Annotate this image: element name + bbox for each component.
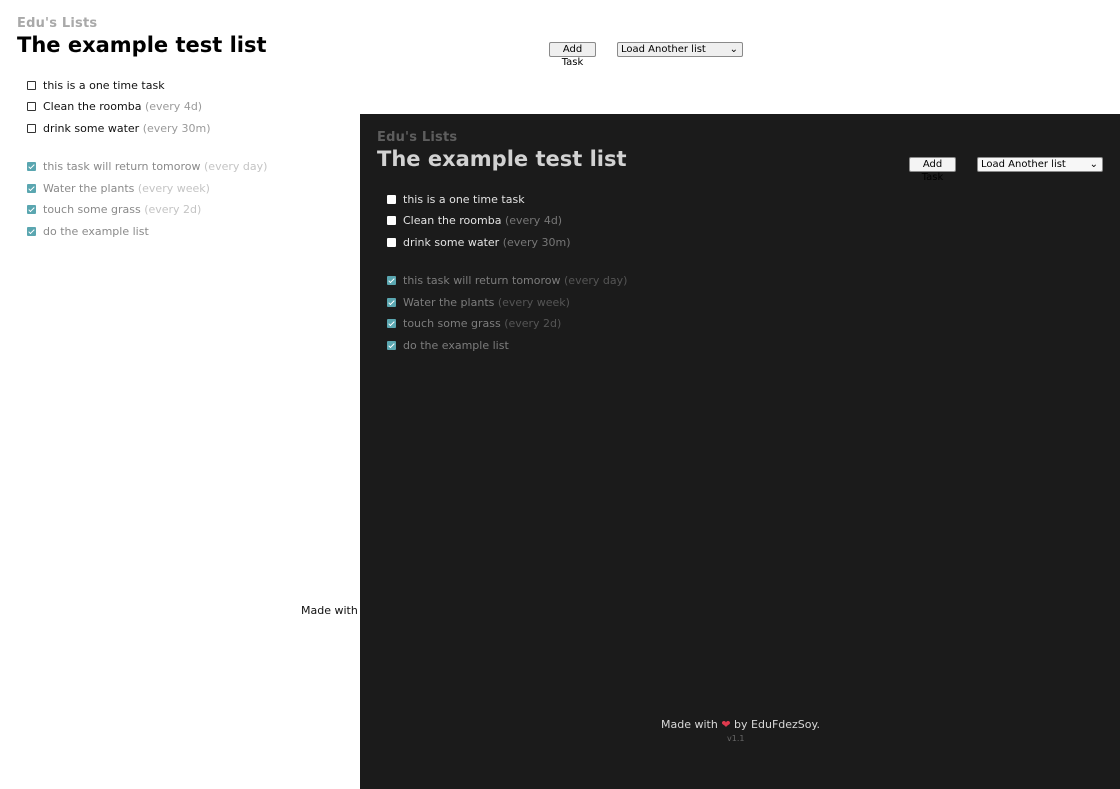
task-item-done[interactable]: do the example list: [387, 338, 509, 354]
add-task-button[interactable]: Add Task: [909, 157, 956, 183]
checkbox-icon[interactable]: [27, 80, 36, 90]
load-list-select[interactable]: Load Another list ⌄: [977, 157, 1103, 172]
load-list-select-value: Load Another list: [981, 159, 1066, 170]
task-item-done[interactable]: Water the plants (every week): [387, 295, 570, 311]
checkbox-icon[interactable]: [387, 297, 396, 307]
checkbox-icon[interactable]: [27, 226, 36, 236]
task-item[interactable]: drink some water (every 30m): [387, 235, 571, 251]
load-list-select-value: Load Another list: [621, 44, 706, 55]
chevron-down-icon: ⌄: [1089, 159, 1098, 170]
task-item-done[interactable]: do the example list: [27, 224, 149, 240]
checkbox-icon[interactable]: [27, 204, 36, 214]
list-title: The example test list: [377, 147, 627, 171]
checkbox-icon[interactable]: [387, 194, 396, 204]
task-item-done[interactable]: touch some grass (every 2d): [387, 316, 561, 332]
task-item[interactable]: this is a one time task: [27, 78, 165, 94]
brand-name: Edu's Lists: [17, 16, 98, 31]
version-label: v1.1: [727, 734, 745, 743]
load-list-select[interactable]: Load Another list ⌄: [617, 42, 743, 57]
checkbox-icon[interactable]: [387, 318, 396, 328]
task-item-done[interactable]: this task will return tomorow (every day…: [27, 159, 267, 175]
checkbox-icon[interactable]: [27, 101, 36, 111]
checkbox-icon[interactable]: [27, 123, 36, 133]
add-task-button[interactable]: Add Task: [549, 42, 596, 68]
checkbox-icon[interactable]: [387, 237, 396, 247]
checkbox-icon[interactable]: [27, 161, 36, 171]
checkbox-icon[interactable]: [387, 215, 396, 225]
heart-icon: ❤: [721, 718, 731, 731]
task-item-done[interactable]: touch some grass (every 2d): [27, 202, 201, 218]
task-item-done[interactable]: this task will return tomorow (every day…: [387, 273, 627, 289]
footer-credit: Made with: [301, 604, 358, 617]
chevron-down-icon: ⌄: [729, 44, 738, 55]
task-item[interactable]: Clean the roomba (every 4d): [27, 99, 202, 115]
list-title: The example test list: [17, 33, 267, 57]
task-item[interactable]: Clean the roomba (every 4d): [387, 213, 562, 229]
checkbox-icon[interactable]: [387, 340, 396, 350]
checkbox-icon[interactable]: [27, 183, 36, 193]
checkbox-icon[interactable]: [387, 275, 396, 285]
task-item-done[interactable]: Water the plants (every week): [27, 181, 210, 197]
task-item[interactable]: this is a one time task: [387, 192, 525, 208]
dark-app: Edu's Lists The example test list Add Ta…: [360, 114, 1120, 789]
task-item[interactable]: drink some water (every 30m): [27, 121, 211, 137]
brand-name: Edu's Lists: [377, 130, 458, 145]
footer-credit: Made with ❤ by EduFdezSoy.: [661, 718, 820, 731]
